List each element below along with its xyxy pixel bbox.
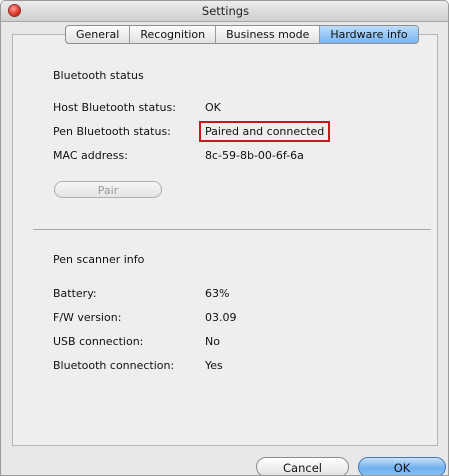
pen-bluetooth-status-value: Paired and connected: [205, 125, 325, 138]
mac-address-value: 8c-59-8b-00-6f-6a: [205, 149, 304, 162]
battery-value: 63%: [205, 287, 230, 300]
tab-hardware-info[interactable]: Hardware info: [320, 26, 418, 43]
bluetooth-connection-value: Yes: [205, 359, 223, 372]
tab-general[interactable]: General: [66, 26, 131, 43]
ok-button[interactable]: OK: [358, 457, 446, 475]
bluetooth-status-heading: Bluetooth status: [53, 69, 144, 82]
usb-connection-value: No: [205, 335, 220, 348]
cancel-button[interactable]: Cancel: [256, 457, 349, 475]
tab-recognition[interactable]: Recognition: [130, 26, 217, 43]
pen-scanner-info-heading: Pen scanner info: [53, 253, 145, 266]
pair-button[interactable]: Pair: [54, 181, 162, 198]
usb-connection-label: USB connection:: [53, 335, 144, 348]
settings-window: Settings Bluetooth status Host Bluetooth…: [0, 0, 449, 476]
pen-bluetooth-status-label: Pen Bluetooth status:: [53, 125, 171, 138]
hardware-info-panel: Bluetooth status Host Bluetooth status: …: [12, 34, 438, 446]
bluetooth-connection-label: Bluetooth connection:: [53, 359, 175, 372]
fw-version-label: F/W version:: [53, 311, 122, 324]
fw-version-value: 03.09: [205, 311, 237, 324]
mac-address-label: MAC address:: [53, 149, 128, 162]
host-bluetooth-status-label: Host Bluetooth status:: [53, 101, 176, 114]
host-bluetooth-status-value: OK: [205, 101, 221, 114]
tab-bar: General Recognition Business mode Hardwa…: [65, 25, 419, 44]
section-divider: [33, 229, 431, 230]
window-title: Settings: [201, 4, 250, 18]
title-bar: Settings: [1, 1, 448, 22]
tab-business-mode[interactable]: Business mode: [216, 26, 321, 43]
battery-label: Battery:: [53, 287, 97, 300]
